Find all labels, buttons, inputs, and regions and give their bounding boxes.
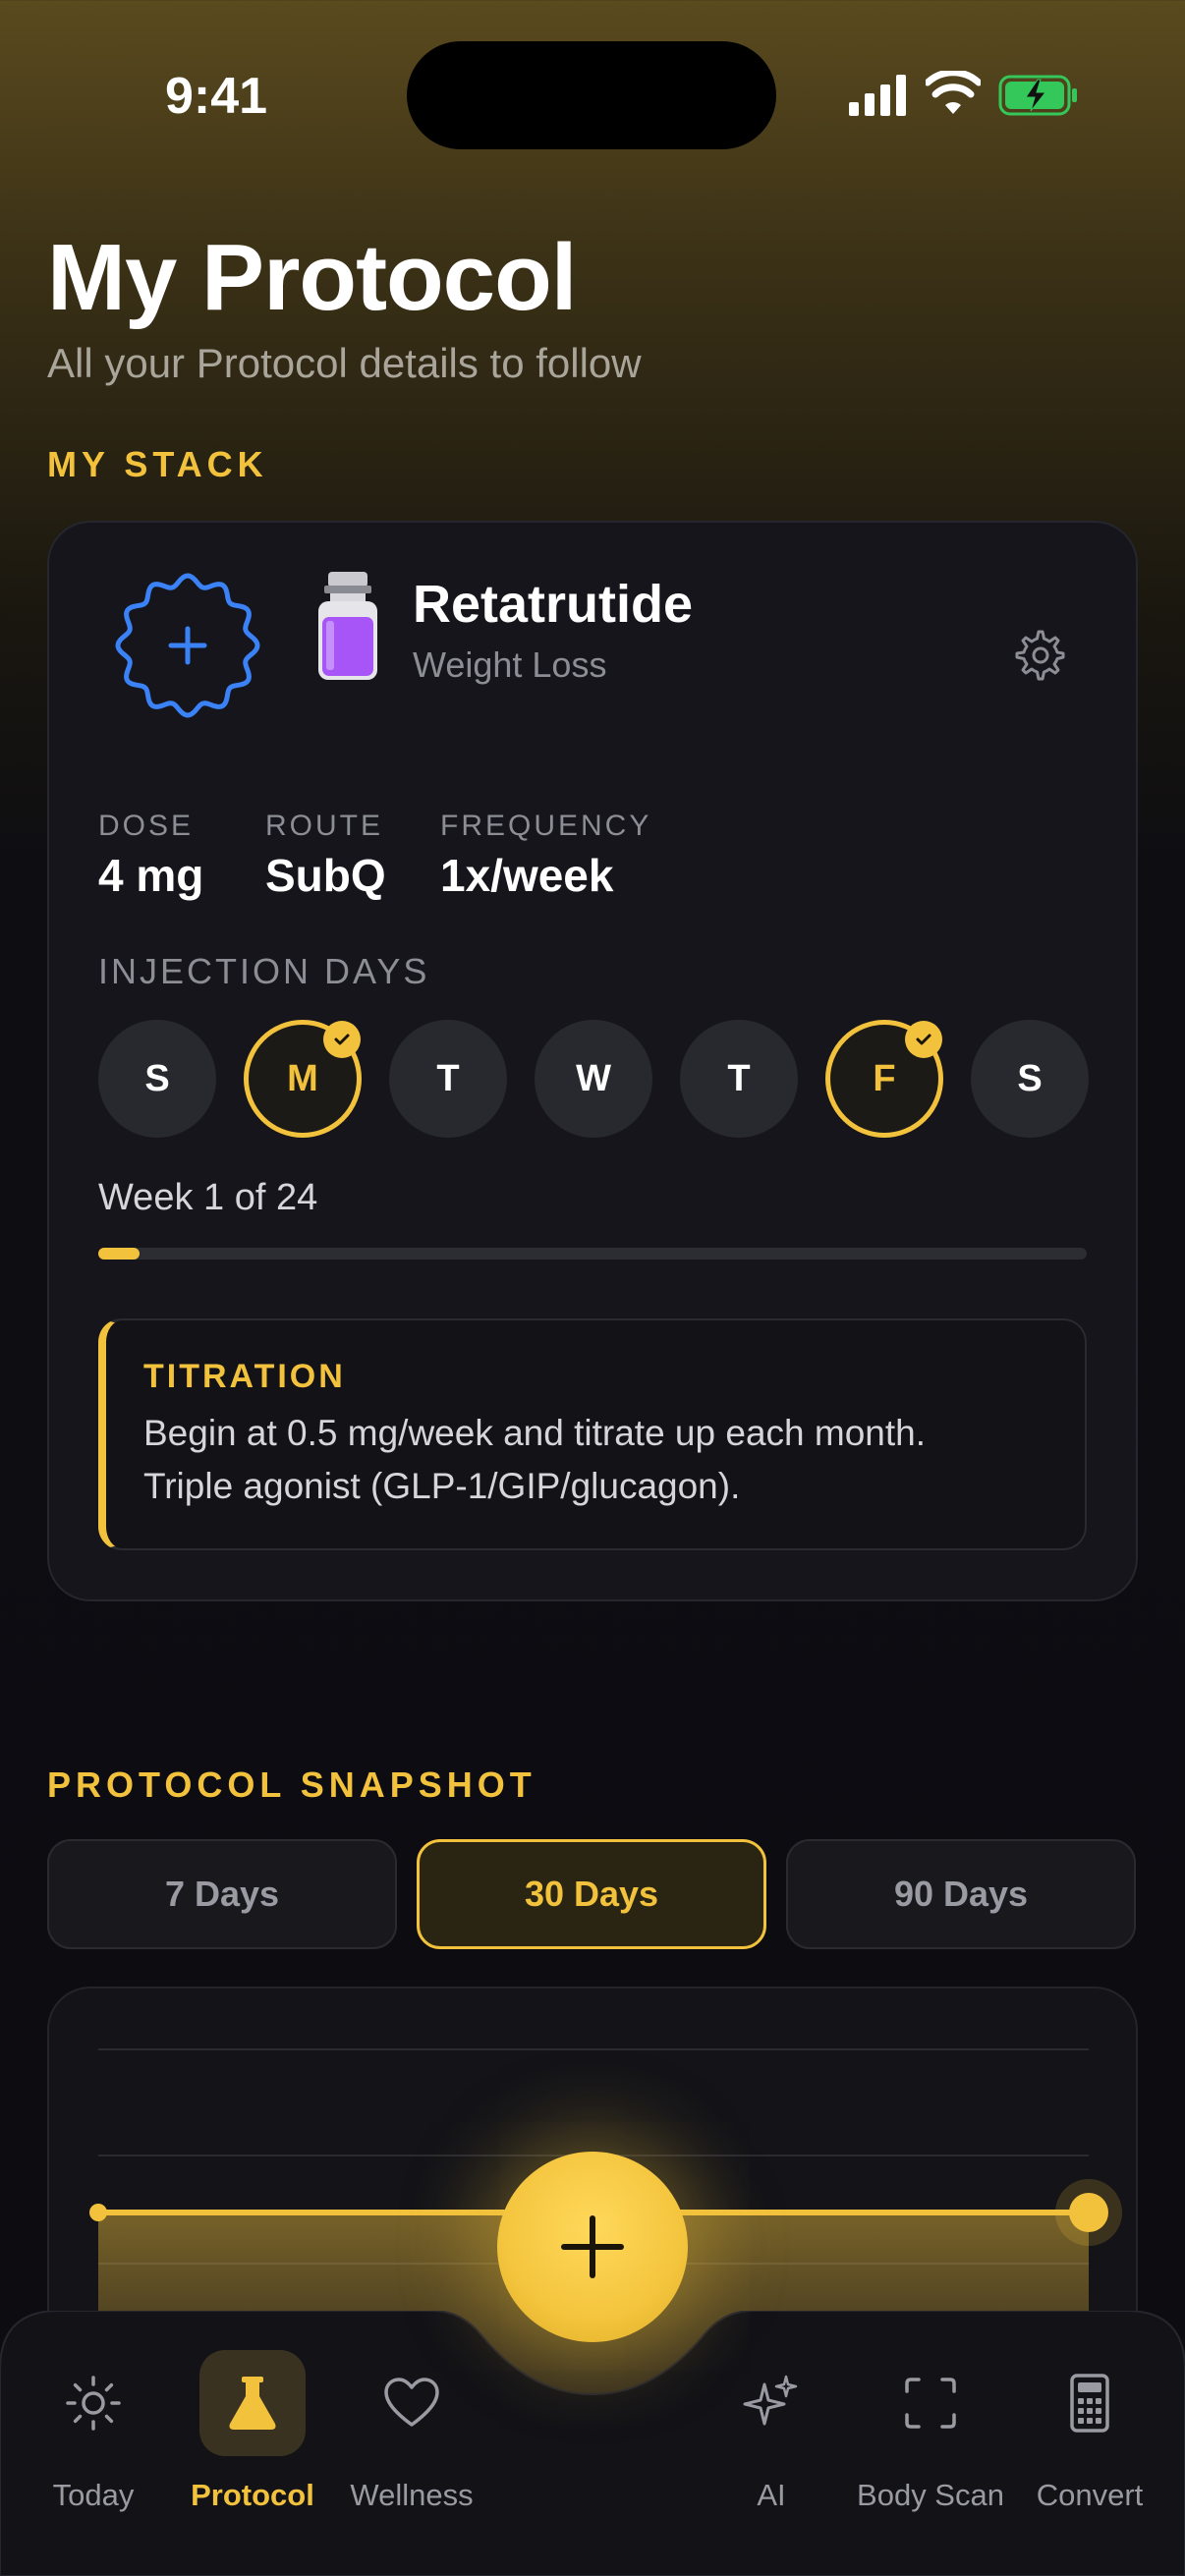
- add-fab-button[interactable]: [497, 2152, 688, 2342]
- day-letter: T: [436, 1057, 460, 1099]
- route-value: SubQ: [265, 850, 386, 901]
- status-bar: 9:41: [0, 0, 1185, 187]
- day-toggle[interactable]: S: [98, 1020, 216, 1138]
- tab-protocol[interactable]: Protocol: [169, 2350, 336, 2513]
- day-letter: F: [873, 1057, 896, 1099]
- frequency-label: FREQUENCY: [440, 810, 652, 842]
- tab-ai-label: AI: [757, 2478, 786, 2512]
- tab-convert[interactable]: Convert: [1006, 2350, 1173, 2513]
- battery-charging-icon: [998, 75, 1077, 116]
- day-letter: S: [1017, 1057, 1043, 1099]
- day-toggle[interactable]: M: [244, 1020, 362, 1138]
- tab-today-label: Today: [52, 2478, 135, 2512]
- page-title: My Protocol: [47, 225, 577, 330]
- dynamic-island: [407, 41, 776, 149]
- vial-icon: [318, 572, 377, 680]
- chart-start-point: [89, 2204, 107, 2221]
- injection-days-label: INJECTION DAYS: [98, 951, 430, 991]
- range-90-days-button[interactable]: 90 Days: [786, 1839, 1136, 1949]
- calculator-icon: [1070, 2374, 1109, 2433]
- week-progress-label: Week 1 of 24: [98, 1177, 318, 1218]
- peptide-card: Retatrutide Weight Loss DOSE 4 mg ROUTE …: [47, 521, 1138, 1601]
- protocol-snapshot-section-label: PROTOCOL SNAPSHOT: [47, 1764, 536, 1805]
- tab-bar: Today Protocol Wellness AI Body Scan Con…: [0, 2311, 1185, 2576]
- tab-protocol-label: Protocol: [191, 2478, 314, 2512]
- scan-frame-icon: [905, 2378, 956, 2429]
- page-subtitle: All your Protocol details to follow: [47, 340, 642, 386]
- dose-label: DOSE: [98, 810, 195, 842]
- titration-text-line-1: Begin at 0.5 mg/week and titrate up each…: [143, 1413, 926, 1453]
- titration-text-line-2: Triple agonist (GLP-1/GIP/glucagon).: [143, 1466, 741, 1506]
- week-progress-bar: [98, 1248, 1087, 1260]
- checkmark-icon: [905, 1021, 942, 1058]
- titration-title: TITRATION: [143, 1358, 346, 1395]
- range-7-days-button[interactable]: 7 Days: [47, 1839, 397, 1949]
- cellular-signal-icon: [849, 75, 906, 116]
- peptide-name: Retatrutide: [413, 575, 694, 634]
- tab-ai[interactable]: AI: [688, 2350, 855, 2513]
- tab-wellness-label: Wellness: [350, 2478, 474, 2512]
- flask-icon: [229, 2377, 276, 2430]
- tab-today[interactable]: Today: [10, 2350, 177, 2513]
- day-letter: S: [144, 1057, 170, 1099]
- frequency-value: 1x/week: [440, 850, 614, 901]
- day-toggle[interactable]: T: [389, 1020, 507, 1138]
- tab-body-scan[interactable]: Body Scan: [847, 2350, 1014, 2513]
- checkmark-icon: [323, 1021, 361, 1058]
- add-peptide-badge-icon[interactable]: [114, 572, 261, 719]
- range-30-days-button[interactable]: 30 Days: [417, 1839, 766, 1949]
- chart-end-point: [1069, 2193, 1108, 2232]
- tab-wellness[interactable]: Wellness: [328, 2350, 495, 2513]
- sun-icon: [66, 2376, 121, 2431]
- day-toggle[interactable]: S: [971, 1020, 1089, 1138]
- dose-value: 4 mg: [98, 850, 204, 901]
- wifi-icon: [926, 71, 981, 114]
- peptide-category: Weight Loss: [413, 644, 607, 685]
- status-time: 9:41: [165, 68, 268, 125]
- sparkles-icon: [743, 2375, 798, 2426]
- tab-body-scan-label: Body Scan: [857, 2478, 1004, 2512]
- route-label: ROUTE: [265, 810, 383, 842]
- week-progress-fill: [98, 1248, 141, 1260]
- gear-icon[interactable]: [1012, 629, 1065, 682]
- tab-convert-label: Convert: [1036, 2478, 1144, 2512]
- titration-note: TITRATION Begin at 0.5 mg/week and titra…: [98, 1318, 1087, 1550]
- day-toggle[interactable]: T: [680, 1020, 798, 1138]
- day-letter: T: [727, 1057, 751, 1099]
- day-toggle[interactable]: F: [825, 1020, 943, 1138]
- day-letter: M: [287, 1057, 318, 1099]
- heart-icon: [384, 2378, 439, 2427]
- plus-icon: [561, 2215, 624, 2278]
- day-toggle[interactable]: W: [535, 1020, 652, 1138]
- day-letter: W: [576, 1057, 611, 1099]
- my-stack-section-label: MY STACK: [47, 444, 268, 484]
